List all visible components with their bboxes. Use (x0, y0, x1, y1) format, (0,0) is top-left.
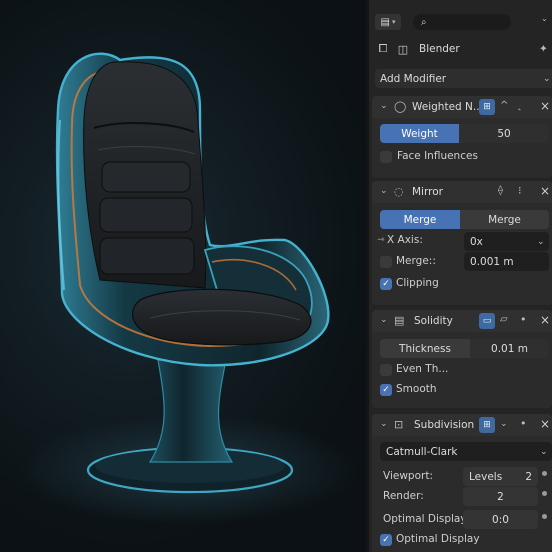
search-input[interactable]: ⌕ (413, 14, 511, 30)
chevron-down-icon: ⌄ (543, 73, 551, 84)
clipping-label: Clipping (396, 277, 439, 289)
options-dropdown[interactable]: ⌄ (541, 14, 552, 30)
close-icon[interactable]: × (540, 313, 550, 327)
even-thickness-checkbox[interactable] (380, 364, 392, 376)
merge-tab-1[interactable]: Merge (380, 210, 460, 229)
thickness-label: Thickness (399, 342, 451, 355)
modifier-type-icon: ◯ (394, 100, 407, 113)
subdivision-method-dropdown[interactable]: Catmull-Clark ⌄ (380, 442, 552, 461)
options-icon[interactable]: • (520, 313, 527, 326)
subdivision-icon: ⊡ (394, 418, 404, 431)
chevron-down-icon[interactable]: ⌄ (500, 419, 508, 429)
face-influence-checkbox[interactable] (380, 151, 392, 163)
pin-object-icon[interactable]: ⧠ (375, 41, 391, 57)
close-icon[interactable]: × (540, 184, 550, 198)
mirror-icon: ◌ (394, 185, 404, 198)
editmode-toggle-icon[interactable]: ⊞ (479, 417, 495, 433)
merge-tab-2-label: Merge (488, 213, 521, 226)
modifier-title[interactable]: Solidity (414, 315, 453, 327)
merge-label: Merge:: (396, 255, 436, 267)
thickness-value-field[interactable]: 0.01 m (470, 339, 549, 358)
clipping-checkbox[interactable]: ✓ (380, 278, 392, 290)
x-axis-label: X Axis: (387, 234, 423, 246)
keyframe-dot-icon[interactable] (542, 491, 547, 496)
keyframe-dot-icon[interactable] (542, 514, 547, 519)
modifier-subdivision: ⌄ ⊡ Subdivision ⊞ ⌄ • × Catmull-Clark ⌄ … (372, 414, 552, 552)
render-levels-field[interactable]: 2 (463, 487, 538, 506)
render-label: Render: (383, 490, 424, 502)
merge-distance-value: 0.001 m (470, 255, 514, 268)
chevron-down-icon: ⌄ (537, 236, 545, 247)
weight-value: 50 (497, 127, 511, 140)
object-name[interactable]: Blender (419, 43, 460, 55)
cage-icon[interactable]: ▱ (500, 314, 508, 325)
merge-checkbox[interactable] (380, 256, 392, 268)
chevron-down-icon: ⌄ (540, 446, 548, 457)
smooth-checkbox[interactable]: ✓ (380, 384, 392, 396)
options-icon[interactable]: ⁝ (518, 184, 522, 197)
editmode-toggle-icon[interactable]: ⊞ (479, 99, 495, 115)
modifier-solidify: ⌄ ▤ Solidity ▭ ▱ • × Thickness 0.01 m Ev… (372, 310, 552, 408)
properties-panel: ▤ ▾ ⌕ ⌄ ⧠ ◫ Blender ✦ Add Modifier ⌄ ⌄ ◯… (369, 0, 552, 552)
collapse-icon[interactable]: ⌄ (380, 101, 388, 111)
face-influence-label: Face Influences (397, 150, 478, 162)
merge-tab-1-label: Merge (403, 213, 437, 226)
close-icon[interactable]: × (540, 417, 550, 431)
axis-arrow-icon: ⇾ (377, 235, 385, 245)
thickness-label-field[interactable]: Thickness (380, 339, 470, 358)
viewport-levels-value: 2 (525, 470, 532, 483)
x-axis-value: 0x (470, 235, 483, 248)
collapse-icon[interactable]: ⌄ (380, 419, 388, 429)
search-icon: ⌕ (421, 16, 427, 28)
keyframe-dot-icon[interactable] (542, 471, 547, 476)
options-icon[interactable]: • (520, 417, 527, 430)
optimal-display-value: 0:0 (492, 513, 509, 526)
weight-value-field[interactable]: 50 (459, 124, 549, 143)
collapse-icon[interactable]: ⌄ (380, 186, 388, 196)
thickness-value: 0.01 m (491, 342, 528, 355)
viewport-levels-label: Levels (469, 470, 503, 483)
weight-label: Weight (401, 127, 438, 140)
modifier-weighted-normal: ⌄ ◯ Weighted N... ⊞ ^ ˻ × Weight 50 Face… (372, 96, 552, 178)
add-modifier-button[interactable]: Add Modifier ⌄ (375, 69, 552, 88)
optimal-display-checkbox[interactable]: ✓ (380, 534, 392, 546)
editor-type-button[interactable]: ▤ ▾ (375, 14, 401, 30)
chair-pedestal (148, 359, 234, 463)
move-up-icon[interactable]: ^ (500, 100, 508, 111)
modifier-title[interactable]: Weighted N... (412, 101, 483, 113)
vertex-icon[interactable]: ⟠ (498, 185, 503, 196)
render-levels-value: 2 (497, 490, 504, 503)
optimal-display-label: Optimal Display: (383, 513, 470, 525)
optimal-display-check-label: Optimal Display (396, 533, 480, 545)
editmode-toggle-icon[interactable]: ▭ (479, 313, 495, 329)
close-icon[interactable]: × (540, 99, 550, 113)
modifier-mirror: ⌄ ◌ Mirror ⟠ ⁝ × Merge Merge ⇾ X Axis: 0… (372, 181, 552, 305)
merge-distance-field[interactable]: 0.001 m (464, 252, 549, 271)
object-icon: ◫ (397, 42, 409, 56)
x-axis-dropdown[interactable]: 0x ⌄ (464, 232, 549, 251)
pin-icon[interactable]: ✦ (539, 43, 548, 55)
solidify-icon: ▤ (394, 314, 405, 327)
modifier-title[interactable]: Subdivision (414, 419, 474, 431)
optimal-display-field[interactable]: 0:0 (463, 510, 538, 529)
properties-editor-icon: ▤ (380, 16, 390, 28)
add-modifier-label: Add Modifier (380, 72, 447, 85)
viewport-levels-field[interactable]: Levels 2 (463, 467, 538, 486)
options-icon[interactable]: ˻ (518, 100, 521, 111)
even-thickness-label: Even Th... (396, 363, 449, 375)
chevron-down-icon: ▾ (391, 18, 396, 26)
smooth-label: Smooth (396, 383, 437, 395)
subdivision-method-value: Catmull-Clark (386, 445, 458, 458)
collapse-icon[interactable]: ⌄ (380, 315, 388, 325)
viewport-label: Viewport: (383, 470, 433, 482)
3d-viewport[interactable] (0, 0, 366, 552)
weight-label-field[interactable]: Weight (380, 124, 459, 143)
modifier-title[interactable]: Mirror (412, 186, 443, 198)
viewport-render (20, 52, 360, 525)
merge-tab-2[interactable]: Merge (460, 210, 549, 229)
